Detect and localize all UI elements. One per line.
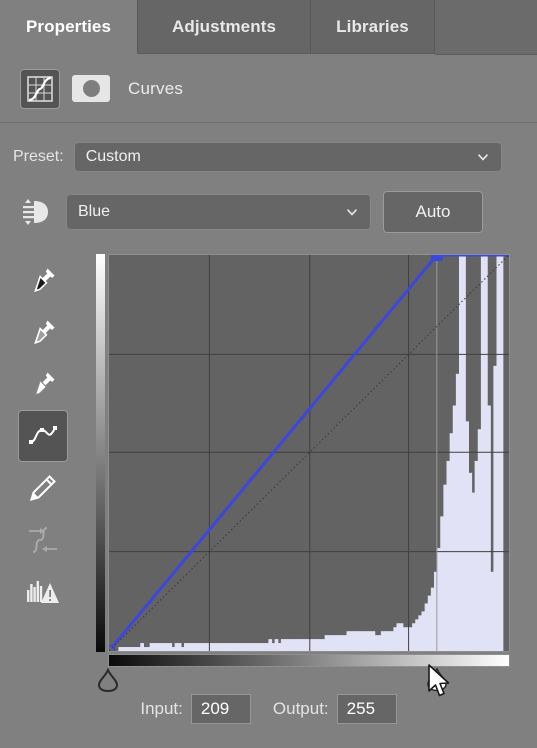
input-gradient-bar (108, 654, 510, 667)
preset-value: Custom (85, 148, 141, 165)
gray-point-eyedropper-icon[interactable] (18, 306, 68, 358)
black-point-eyedropper-glyph (34, 268, 55, 293)
preset-row: Preset: Custom (0, 133, 537, 181)
curve-plot-area[interactable] (108, 254, 510, 652)
preset-dropdown[interactable]: Custom (73, 142, 502, 172)
output-field[interactable]: 255 (336, 694, 397, 724)
curve-point-glyph (29, 426, 57, 444)
pencil-draw-curve-icon[interactable] (18, 462, 68, 514)
auto-button[interactable]: Auto (383, 191, 483, 233)
input-value: 209 (200, 699, 230, 718)
pencil-glyph (30, 475, 56, 501)
white-point-slider[interactable] (425, 668, 449, 692)
curve-presets-glyph (23, 199, 48, 225)
tab-adjustments[interactable]: Adjustments (138, 0, 311, 54)
channel-row: Blue Auto (0, 186, 537, 238)
chevron-down-icon (477, 154, 488, 161)
adjustment-title: Curves (128, 78, 184, 98)
curve-point-selected (430, 255, 443, 261)
output-gradient-bar (96, 254, 105, 652)
adjustment-header: Curves (0, 55, 537, 123)
input-output-row: Input: 209 Output: 255 (0, 691, 537, 727)
tab-adjustments-label: Adjustments (171, 16, 277, 36)
panel-tab-bar: Properties Adjustments Libraries (0, 0, 537, 55)
output-label: Output: (272, 699, 329, 718)
input-label: Input: (140, 699, 183, 718)
histogram-warning-glyph (27, 581, 59, 603)
input-field[interactable]: 209 (190, 694, 251, 724)
tab-properties[interactable]: Properties (0, 0, 138, 54)
white-point-eyedropper-glyph (34, 372, 55, 396)
curves-glyph (27, 75, 53, 102)
channel-value: Blue (78, 203, 111, 220)
curve-presets-icon[interactable] (16, 195, 60, 229)
smooth-curve-glyph (29, 527, 57, 553)
white-point-eyedropper-icon[interactable] (18, 358, 68, 410)
curves-adjustment-icon[interactable] (20, 68, 60, 109)
tab-libraries[interactable]: Libraries (311, 0, 435, 54)
black-point-eyedropper-icon[interactable] (18, 254, 68, 306)
black-point-slider[interactable] (96, 668, 120, 692)
curve-plot-svg (109, 255, 509, 651)
mask-dot-shape (82, 80, 100, 97)
tab-properties-label: Properties (25, 16, 112, 36)
histogram-bars (118, 255, 504, 651)
curve-point-tool-icon[interactable] (18, 410, 68, 462)
chevron-down-icon (347, 209, 357, 216)
layer-mask-thumbnail[interactable] (72, 75, 110, 102)
gray-point-eyedropper-glyph (34, 320, 55, 345)
channel-dropdown[interactable]: Blue (66, 194, 371, 230)
smooth-curve-icon[interactable] (18, 514, 68, 566)
output-value: 255 (346, 699, 376, 718)
curves-toolbar (18, 254, 68, 618)
tab-libraries-label: Libraries (336, 16, 409, 36)
histogram-warning-icon[interactable] (18, 566, 68, 618)
preset-label: Preset: (13, 148, 64, 165)
tab-bar-filler (435, 0, 537, 55)
auto-button-label: Auto (415, 202, 451, 221)
